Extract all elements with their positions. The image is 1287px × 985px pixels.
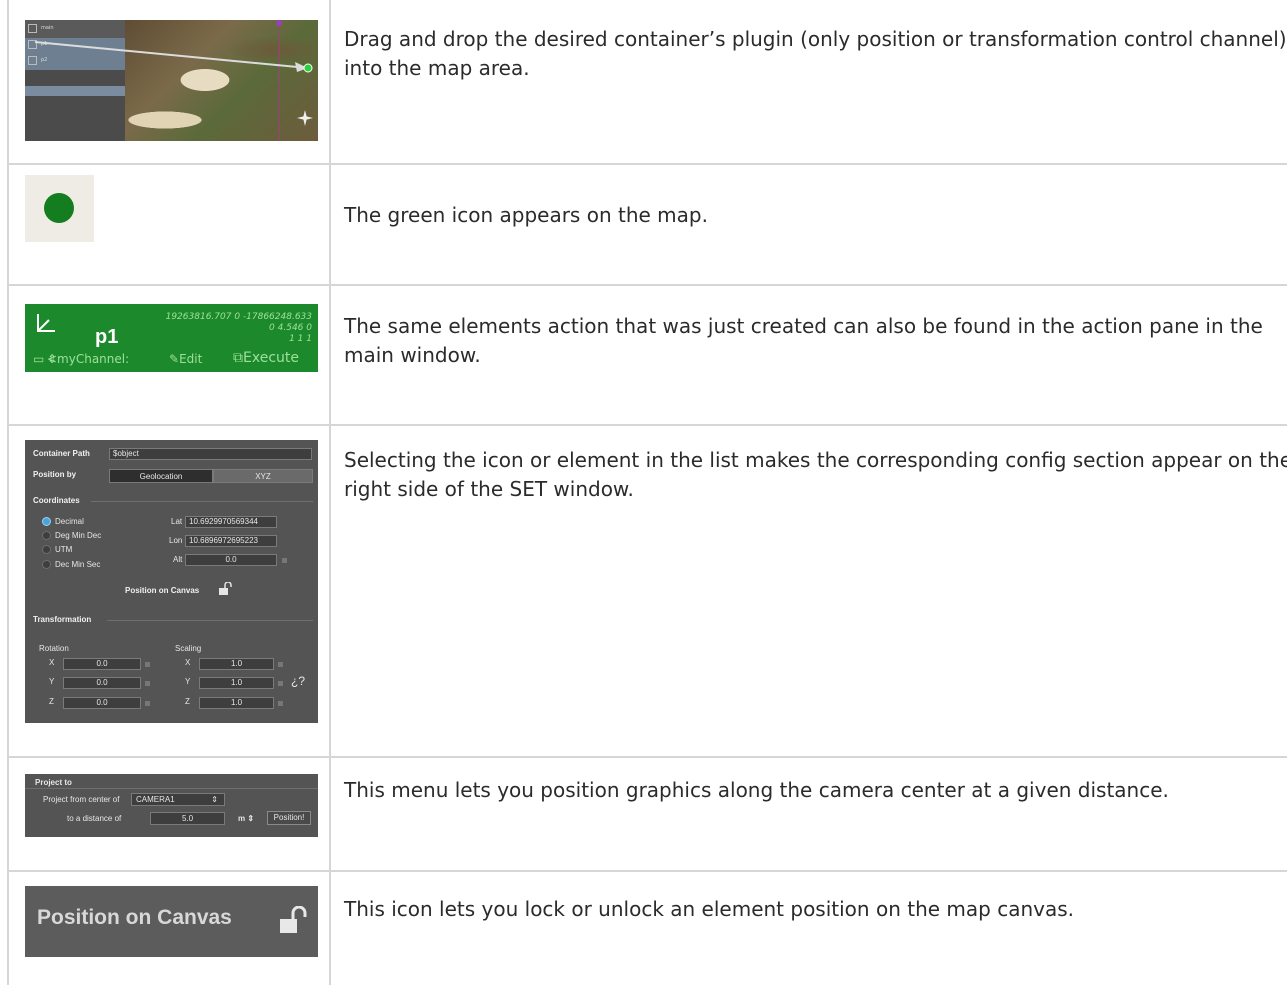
lat-label: Lat <box>171 517 183 526</box>
distance-input[interactable]: 5.0 <box>150 812 225 825</box>
dec-min-sec-radio[interactable] <box>42 560 51 569</box>
axis-z-label: Z <box>49 697 54 706</box>
position-on-canvas-screenshot: Position on Canvas <box>25 886 318 957</box>
deg-min-dec-radio[interactable] <box>42 531 51 540</box>
dec-min-sec-label: Dec Min Sec <box>55 560 101 569</box>
axis-x-label: X <box>49 658 55 667</box>
table-row: Project to Project from center of CAMERA… <box>9 756 1287 872</box>
transformation-label: Transformation <box>33 615 92 624</box>
table-row: Position on Canvas This icon lets you lo… <box>9 870 1287 985</box>
channel-select[interactable]: <myChannel: ⇕ <box>47 352 129 366</box>
lat-input[interactable]: 10.6929970569344 <box>185 516 277 528</box>
table-row: main p1 p2 Drag and drop the desired con… <box>9 0 1287 165</box>
project-from-label: Project from center of <box>43 795 120 804</box>
table-row: p1 19263816.707 0 -17866248.633 0 4.546 … <box>9 284 1287 426</box>
utm-label: UTM <box>55 545 73 554</box>
axis-x-label: X <box>185 658 191 667</box>
camera-select[interactable]: CAMERA1 ⇕ <box>131 793 225 806</box>
keyframe-icon[interactable] <box>278 662 283 667</box>
alt-label: Alt <box>173 555 183 564</box>
position-on-canvas-label: Position on Canvas <box>37 906 232 929</box>
unit-select[interactable]: m ⇕ <box>238 814 254 823</box>
row-description: The same elements action that was just c… <box>344 314 1263 367</box>
lon-label: Lon <box>169 536 183 545</box>
axis-icon <box>37 314 55 332</box>
action-name: p1 <box>95 326 119 348</box>
green-dot-icon-box <box>25 175 94 242</box>
instruction-table: main p1 p2 Drag and drop the desired con… <box>7 0 1287 985</box>
table-row: The green icon appears on the map. <box>9 163 1287 286</box>
distance-label: to a distance of <box>67 814 122 823</box>
keyframe-icon[interactable] <box>278 701 283 706</box>
axis-y-label: Y <box>185 677 191 686</box>
row-description: The green icon appears on the map. <box>344 203 708 227</box>
help-icon[interactable]: ¿? <box>291 674 305 688</box>
project-to-title: Project to <box>35 778 72 787</box>
scaling-x-input[interactable]: 1.0 <box>199 658 274 670</box>
alt-input[interactable]: 0.0 <box>185 554 277 566</box>
lon-input[interactable]: 10.6896972695223 <box>185 535 277 547</box>
keyframe-icon[interactable] <box>145 662 150 667</box>
keyframe-icon[interactable] <box>145 701 150 706</box>
unlock-icon[interactable] <box>279 906 309 936</box>
xyz-toggle[interactable]: XYZ <box>213 469 313 483</box>
rotation-y-input[interactable]: 0.0 <box>63 677 141 689</box>
scaling-y-input[interactable]: 1.0 <box>199 677 274 689</box>
position-by-label: Position by <box>33 470 77 479</box>
rotation-label: Rotation <box>39 644 69 653</box>
position-on-canvas-label: Position on Canvas <box>125 586 200 595</box>
geolocation-toggle[interactable]: Geolocation <box>109 469 213 483</box>
green-dot-icon <box>44 193 74 223</box>
config-section: Container Path $object Position by Geolo… <box>25 440 318 723</box>
row-description: Selecting the icon or element in the lis… <box>344 448 1287 501</box>
drag-arrow-overlay <box>34 20 313 141</box>
scaling-label: Scaling <box>175 644 202 653</box>
unlock-icon[interactable] <box>218 582 232 596</box>
project-to-section: Project to Project from center of CAMERA… <box>25 774 318 837</box>
decimal-radio[interactable] <box>42 517 51 526</box>
rotation-z-input[interactable]: 0.0 <box>63 697 141 709</box>
position-button[interactable]: Position! <box>267 811 311 825</box>
keyframe-icon[interactable] <box>145 681 150 686</box>
scaling-z-input[interactable]: 1.0 <box>199 697 274 709</box>
axis-y-label: Y <box>49 677 55 686</box>
keyframe-icon[interactable] <box>282 558 287 563</box>
monitor-icon: ▭ <box>33 352 45 366</box>
action-coords: 19263816.707 0 -17866248.633 0 4.546 0 1… <box>165 312 312 344</box>
edit-button[interactable]: ✎ Edit <box>169 352 202 366</box>
rotation-x-input[interactable]: 0.0 <box>63 658 141 670</box>
map-drag-screenshot: main p1 p2 <box>25 20 318 141</box>
container-path-label: Container Path <box>33 449 90 458</box>
decimal-label: Decimal <box>55 517 84 526</box>
utm-radio[interactable] <box>42 545 51 554</box>
table-row: Container Path $object Position by Geolo… <box>9 424 1287 758</box>
action-pane-item[interactable]: p1 19263816.707 0 -17866248.633 0 4.546 … <box>25 304 318 372</box>
row-description: This menu lets you position graphics alo… <box>344 778 1169 802</box>
deg-min-dec-label: Deg Min Dec <box>55 531 102 540</box>
keyframe-icon[interactable] <box>278 681 283 686</box>
coordinates-label: Coordinates <box>33 496 80 505</box>
axis-z-label: Z <box>185 697 190 706</box>
container-path-input[interactable]: $object <box>109 448 312 460</box>
execute-button[interactable]: ⧉ Execute <box>233 350 299 366</box>
row-description: This icon lets you lock or unlock an ele… <box>344 897 1074 921</box>
row-description: Drag and drop the desired container’s pl… <box>344 27 1287 80</box>
